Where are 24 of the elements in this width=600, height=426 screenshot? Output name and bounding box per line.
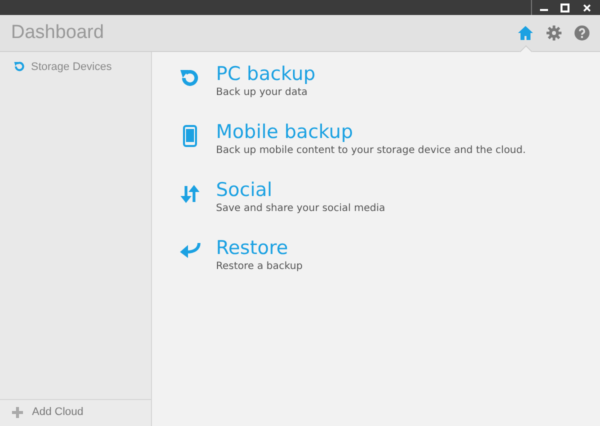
- sidebar-item[interactable]: Storage Devices: [10, 60, 115, 73]
- action-link[interactable]: Mobile backup: [216, 120, 354, 144]
- action-link[interactable]: PC backup: [216, 62, 316, 86]
- action-link[interactable]: Social: [216, 178, 272, 202]
- refresh-icon: [179, 67, 201, 89]
- maximize-icon: [560, 2, 570, 12]
- action-description: Back up mobile content to your storage device and the cloud.: [216, 145, 526, 156]
- home-icon: [517, 25, 534, 41]
- phone-icon: [183, 125, 197, 147]
- refresh-icon: [13, 60, 26, 73]
- minimize-icon: [540, 8, 548, 10]
- settings-icon: [546, 25, 562, 41]
- help-button[interactable]: [572, 23, 592, 43]
- swap-arrows-icon: [179, 183, 201, 205]
- settings-button[interactable]: [544, 23, 564, 43]
- window-title: Dashboard: [11, 22, 104, 44]
- help-icon: [574, 25, 590, 41]
- action-description: Restore a backup: [216, 261, 303, 272]
- action-description: Back up your data: [216, 87, 308, 98]
- close-icon: [582, 2, 592, 12]
- return-arrow-icon: [178, 241, 202, 259]
- action-description: Save and share your social media: [216, 203, 386, 214]
- plus-icon: [12, 406, 23, 418]
- action-link[interactable]: Restore: [216, 236, 288, 260]
